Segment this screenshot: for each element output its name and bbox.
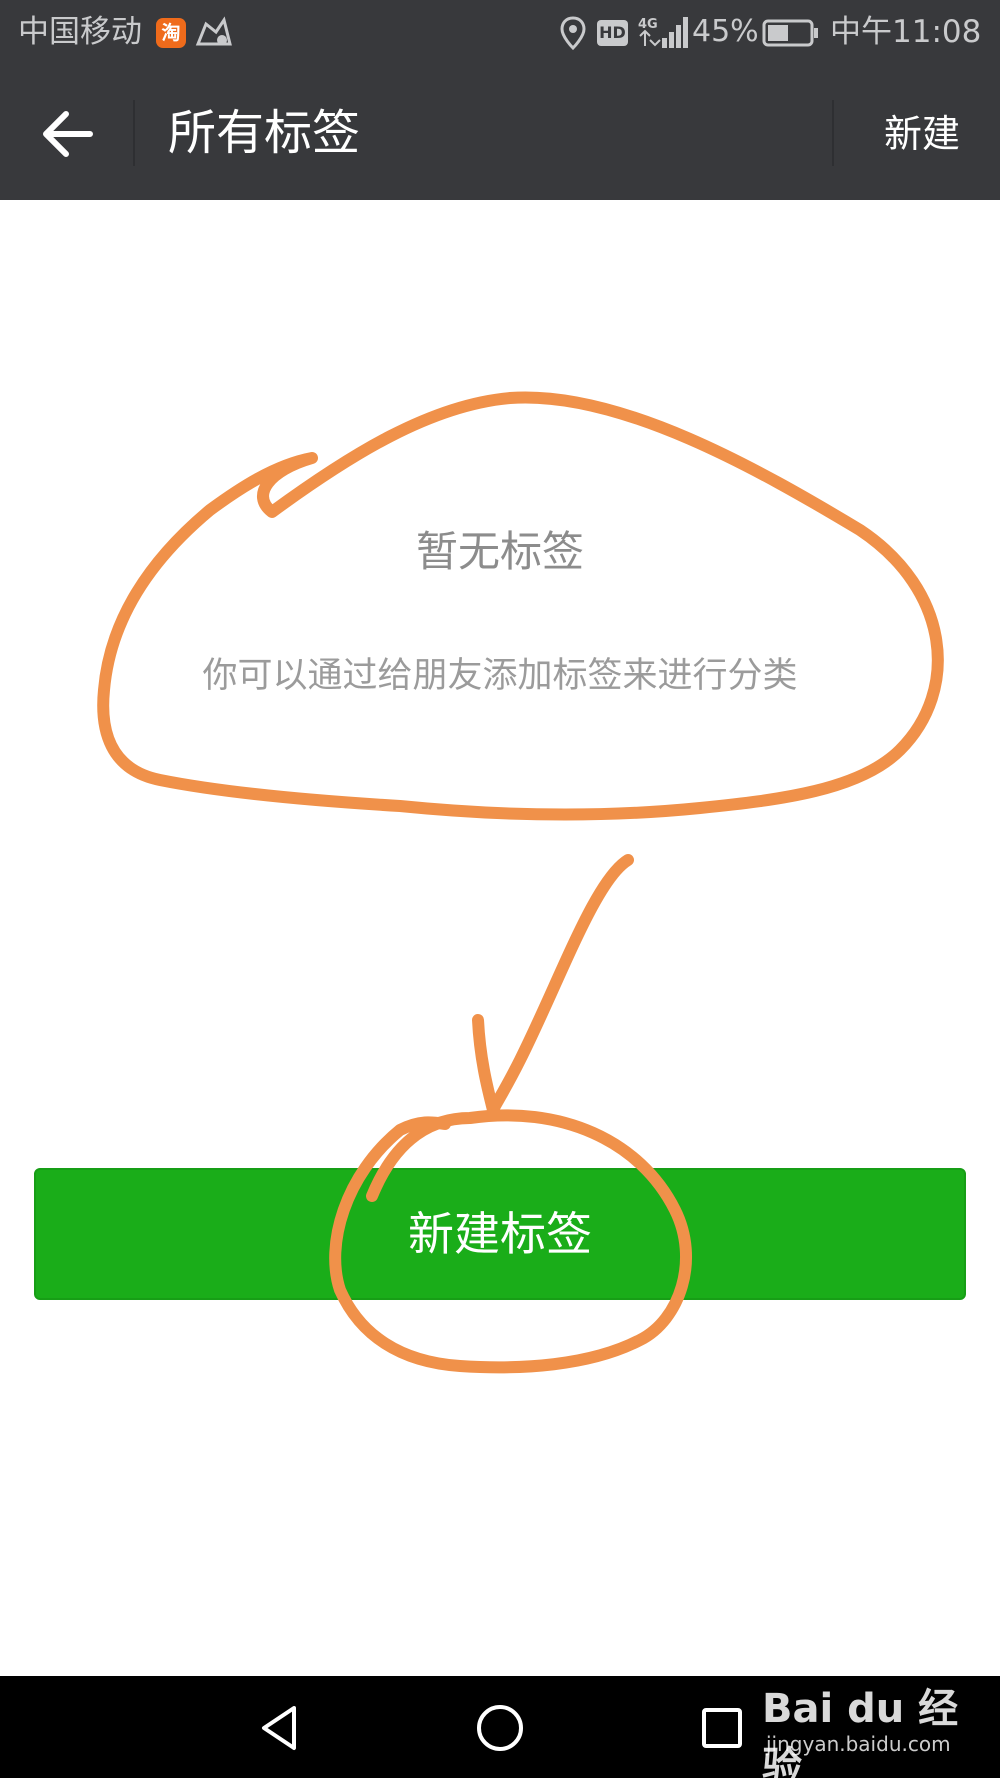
hd-icon: HD bbox=[597, 20, 628, 46]
header-divider bbox=[133, 100, 135, 166]
page-title: 所有标签 bbox=[168, 105, 361, 161]
annotation-overlay bbox=[97, 391, 944, 1374]
carrier-name: 中国移动 bbox=[18, 14, 142, 50]
new-tag-button[interactable]: 新建标签 bbox=[34, 1168, 966, 1300]
watermark-logo: Bai du 经验 bbox=[762, 1686, 959, 1778]
status-time: 中午11:08 bbox=[830, 14, 982, 50]
new-button[interactable]: 新建 bbox=[862, 104, 982, 164]
annotation-arrow bbox=[472, 854, 634, 1116]
taobao-icon: 淘 bbox=[156, 18, 186, 48]
circle-home-icon[interactable] bbox=[470, 1698, 530, 1758]
empty-state-title: 暂无标签 bbox=[415, 527, 584, 576]
battery-icon bbox=[762, 19, 818, 47]
header-divider bbox=[832, 100, 834, 166]
screen: 中国移动 淘 HD 4G 45% 中午11:08 所有标签 新建 暂无标签 你可… bbox=[0, 0, 1000, 1778]
back-arrow-icon[interactable] bbox=[30, 96, 106, 172]
empty-state-description: 你可以通过给朋友添加标签来进行分类 bbox=[202, 656, 798, 696]
annotation-ellipse bbox=[97, 391, 944, 821]
triangle-back-icon[interactable] bbox=[250, 1698, 310, 1758]
location-icon bbox=[560, 16, 586, 50]
svg-text:4G: 4G bbox=[638, 17, 658, 32]
baidu-watermark: Bai du 经验 jingyan.baidu.com bbox=[762, 1672, 992, 1778]
signal-icon: 4G bbox=[638, 17, 688, 48]
battery-percent: 45% bbox=[692, 14, 759, 49]
watermark-url: jingyan.baidu.com bbox=[766, 1732, 951, 1756]
notification-icon bbox=[195, 16, 232, 46]
square-recent-icon[interactable] bbox=[692, 1698, 752, 1758]
action-bar: 所有标签 新建 bbox=[0, 66, 1000, 200]
status-bar: 中国移动 淘 HD 4G 45% 中午11:08 bbox=[0, 0, 1000, 66]
